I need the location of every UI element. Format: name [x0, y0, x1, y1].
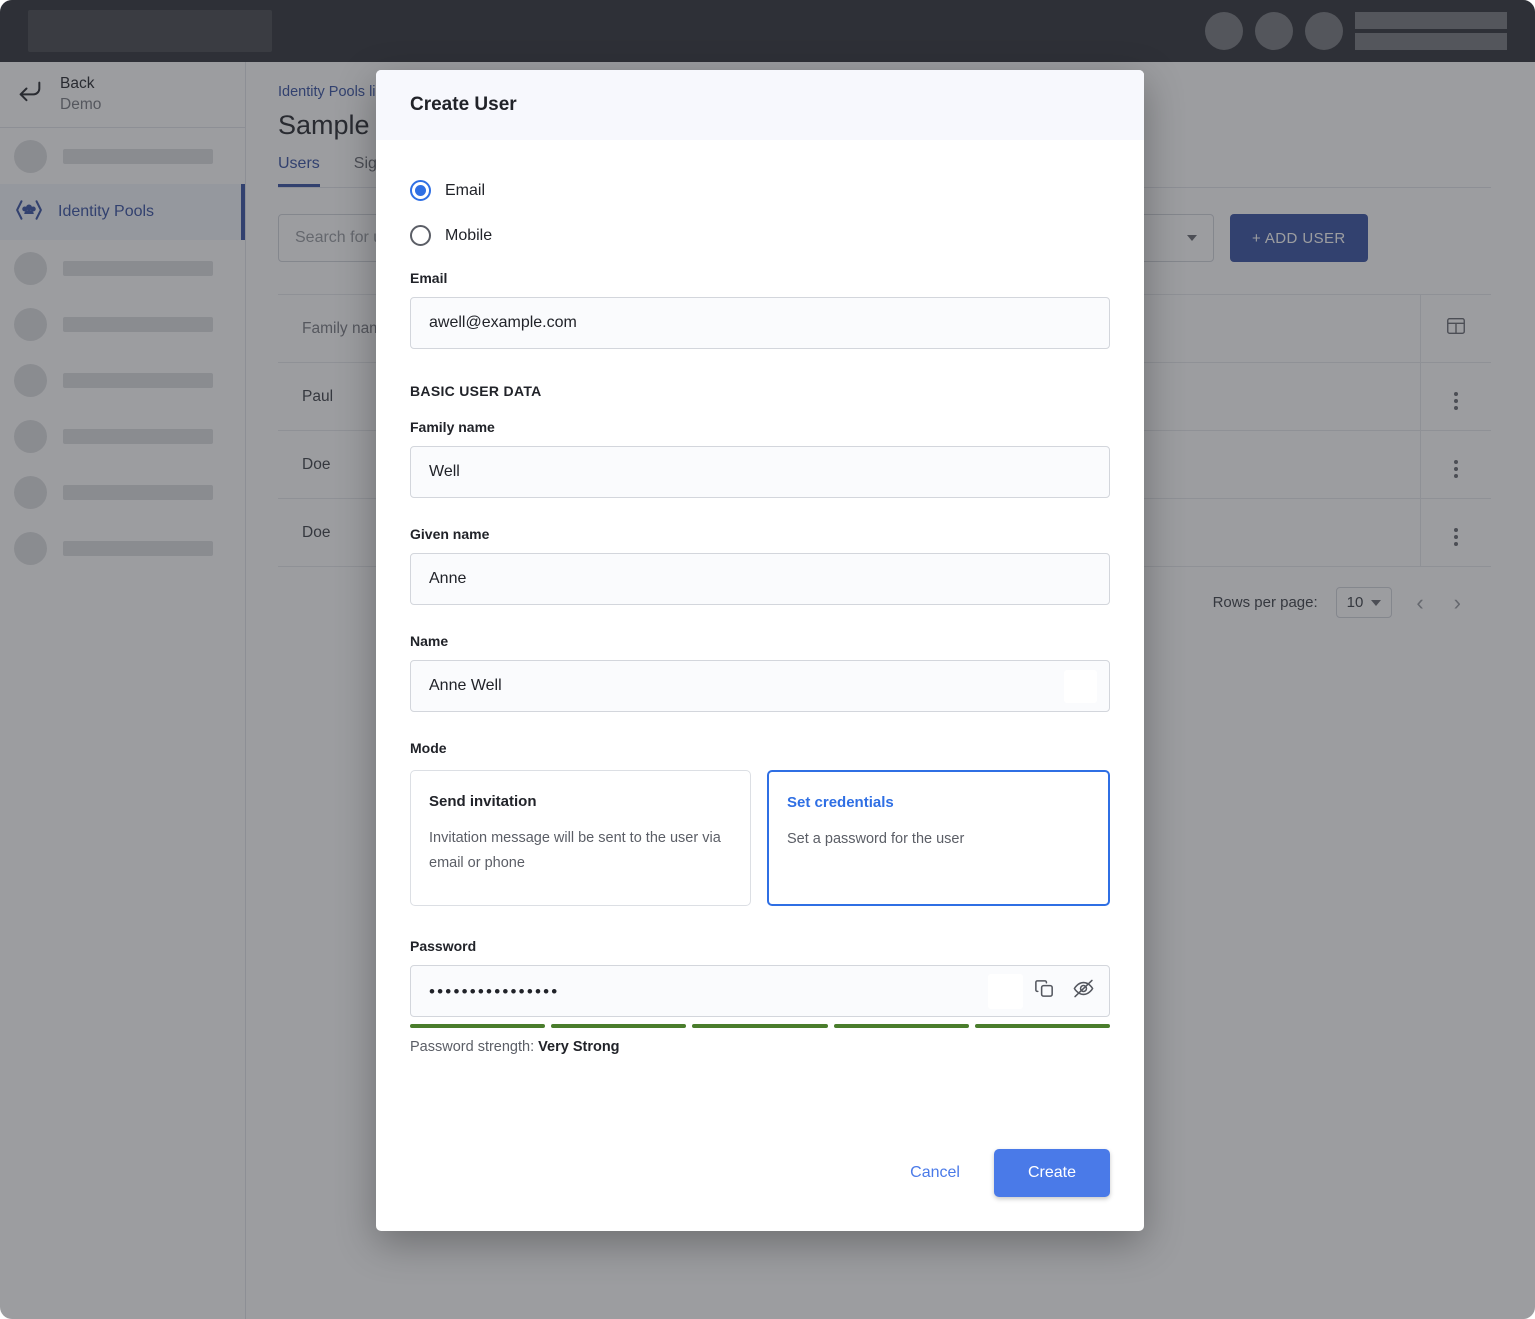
radio-email-label: Email [445, 181, 486, 199]
family-name-field-group: Family name Well [410, 419, 1110, 498]
create-user-dialog: Create User Email Mobile Email awell@exa… [376, 70, 1144, 1231]
strength-segment [974, 1024, 1111, 1028]
radio-option-mobile[interactable]: Mobile [410, 225, 1110, 246]
mode-card-set-credentials-title: Set credentials [787, 794, 894, 811]
radio-mobile-label: Mobile [445, 226, 493, 244]
eye-off-icon [1073, 979, 1094, 998]
application-window: Back Demo Identity Pools Identity Pools … [0, 0, 1535, 1319]
radio-mobile-icon [410, 225, 431, 246]
name-input-value: Anne Well [429, 677, 502, 694]
cancel-button[interactable]: Cancel [888, 1152, 982, 1194]
copy-icon [1035, 980, 1053, 997]
create-button[interactable]: Create [993, 1149, 1110, 1197]
password-field-group: Password •••••••••••••••• Password stren… [410, 938, 1111, 1055]
family-name-input[interactable]: Well [410, 446, 1110, 498]
radio-email-icon [410, 180, 431, 201]
email-input-value: awell@example.com [429, 314, 577, 331]
email-field-group: Email awell@example.com [410, 270, 1110, 349]
name-field-action-button[interactable] [1064, 670, 1097, 703]
given-name-field-label: Given name [410, 526, 490, 542]
toggle-password-visibility-button[interactable] [1072, 977, 1095, 1005]
mode-card-send-invitation-description: Invitation message will be sent to the u… [429, 830, 721, 872]
mode-card-send-invitation-title: Send invitation [429, 793, 537, 810]
password-strength-label: Password strength: [410, 1039, 535, 1055]
family-name-field-label: Family name [410, 419, 495, 435]
name-input[interactable]: Anne Well [410, 660, 1110, 712]
password-strength-text: Password strength: Very Strong [410, 1039, 1110, 1055]
password-strength-meter [410, 1024, 1111, 1028]
dialog-title: Create User [410, 94, 517, 115]
dialog-footer: Cancel Create [376, 1149, 1144, 1231]
mode-label: Mode [410, 740, 447, 756]
basic-user-data-heading: BASIC USER DATA [410, 383, 542, 399]
strength-segment [410, 1024, 546, 1028]
dialog-body: Email Mobile Email awell@example.com BAS… [376, 140, 1144, 1149]
mode-card-send-invitation[interactable]: Send invitation Invitation message will … [410, 770, 751, 906]
email-field-label: Email [410, 270, 448, 286]
strength-segment [833, 1024, 969, 1028]
email-input[interactable]: awell@example.com [410, 297, 1110, 349]
strength-segment [551, 1024, 687, 1028]
password-masked-value: •••••••••••••••• [429, 981, 560, 1001]
strength-segment [692, 1024, 828, 1028]
given-name-input-value: Anne [429, 570, 467, 587]
password-field-label: Password [410, 938, 477, 954]
name-field-group: Name Anne Well [410, 633, 1110, 712]
password-field-ghost-box [988, 974, 1023, 1009]
family-name-input-value: Well [429, 463, 460, 480]
password-input[interactable]: •••••••••••••••• [410, 965, 1110, 1017]
mode-card-group: Send invitation Invitation message will … [410, 770, 1110, 906]
password-strength-value: Very Strong [538, 1039, 620, 1055]
password-action-group [1033, 977, 1095, 1005]
mode-card-set-credentials[interactable]: Set credentials Set a password for the u… [767, 770, 1110, 906]
dialog-header: Create User [376, 70, 1144, 140]
mode-card-set-credentials-description: Set a password for the user [787, 831, 965, 847]
name-field-label: Name [410, 633, 449, 649]
copy-password-button[interactable] [1033, 977, 1056, 1005]
given-name-field-group: Given name Anne [410, 526, 1110, 605]
radio-option-email[interactable]: Email [410, 180, 1110, 201]
given-name-input[interactable]: Anne [410, 553, 1110, 605]
